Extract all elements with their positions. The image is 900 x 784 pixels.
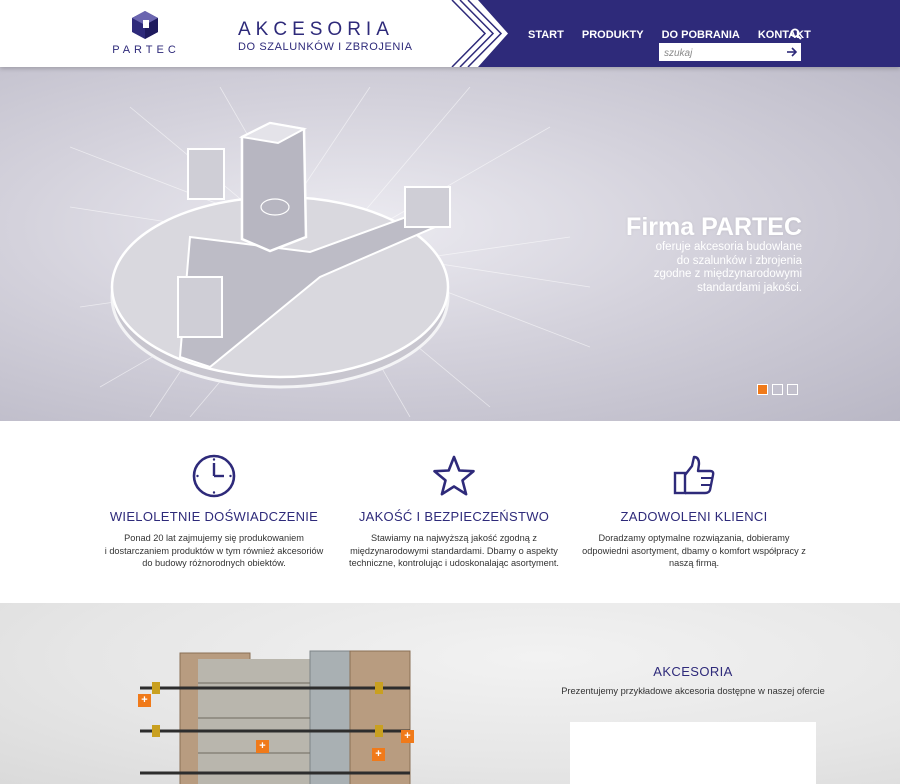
feature-text: Stawiamy na najwyższą jakość zgodną z mi… [334,532,574,570]
feature-text-line: Ponad 20 lat zajmujemy się produkowaniem [124,533,304,543]
features-section: WIELOLETNIE DOŚWIADCZENIE Ponad 20 lat z… [0,421,900,603]
hero-text: oferuje akcesoria budowlane do szalunków… [602,241,802,295]
accessories-text: Prezentujemy przykładowe akcesoria dostę… [561,686,825,696]
formwork-illustration [140,650,411,784]
feature-text-line: techniczne, kontrolując i udoskonalając … [349,558,559,568]
star-icon [433,455,475,496]
nav-do-pobrania[interactable]: DO POBRANIA [662,29,740,41]
slider-dot-1[interactable] [757,384,768,395]
search-input[interactable] [659,44,783,63]
feature-text: Ponad 20 lat zajmujemy się produkowaniem… [94,532,334,570]
hero-text-line: zgodne z międzynarodowymi [653,268,802,280]
feature-title: ZADOWOLENI KLIENCI [620,509,768,524]
feature-text-line: międzynarodowymi standardami. Dbamy o as… [350,545,558,556]
nav-kontakt[interactable]: KONTAKT [758,29,811,41]
hero-slider: Firma PARTEC oferuje akcesoria budowlane… [0,67,900,421]
accessories-panel [570,722,816,784]
nav-produkty[interactable]: PRODUKTY [582,29,644,41]
site-header: PARTEC AKCESORIA DO SZALUNKÓW I ZBROJENI… [0,0,900,67]
site-tagline: AKCESORIA DO SZALUNKÓW I ZBROJENIA [238,19,413,54]
slider-dots [757,384,798,395]
hero-text-line: standardami jakości. [697,281,802,294]
feature-text-line: do budowy różnorodnych obiektów. [142,558,286,568]
feature-text: Doradzamy optymalne rozwiązania, dobiera… [574,532,814,570]
feature-title: WIELOLETNIE DOŚWIADCZENIE [109,509,319,524]
logo-mark-icon [132,11,158,39]
accessories-title: AKCESORIA [653,664,733,679]
arrow-right-icon[interactable] [786,46,798,58]
main-nav: START PRODUKTY DO POBRANIA KONTAKT [528,27,829,43]
thumbs-up-icon [673,455,715,495]
feature-text-line: naszą firmą. [668,558,720,568]
hotspot-plus-button[interactable]: + [256,740,269,753]
hero-text-line: oferuje akcesoria budowlane [655,241,802,253]
tagline-main: AKCESORIA [238,19,394,40]
search-box [659,43,801,63]
hero-title: Firma PARTEC [626,213,802,241]
feature-text-line: Doradzamy optymalne rozwiązania, dobiera… [598,533,790,543]
nav-start[interactable]: START [528,29,564,41]
feature-text-line: i dostarczaniem produktów w tym również … [104,545,324,556]
feature-text-line: Stawiamy na najwyższą jakość zgodną z [371,533,537,543]
feature-title: JAKOŚĆ I BEZPIECZEŃSTWO [358,509,550,524]
logo-text: PARTEC [112,44,180,56]
hero-product-sketch [70,87,590,417]
hotspot-plus-button[interactable]: + [401,730,414,743]
hotspot-plus-button[interactable]: + [138,694,151,707]
feature-text-line: odpowiedni asortyment, dbamy o komfort w… [582,545,806,556]
search-icon[interactable] [790,28,802,40]
clock-icon [192,454,236,498]
hotspot-plus-button[interactable]: + [372,748,385,761]
hero-text-line: do szalunków i zbrojenia [676,254,802,267]
tagline-sub: DO SZALUNKÓW I ZBROJENIA [238,41,413,53]
accessories-section: + + + + AKCESORIA Prezentujemy przykłado… [0,603,900,784]
slider-dot-3[interactable] [787,384,798,395]
partec-logo[interactable]: PARTEC [104,10,188,58]
slider-dot-2[interactable] [772,384,783,395]
